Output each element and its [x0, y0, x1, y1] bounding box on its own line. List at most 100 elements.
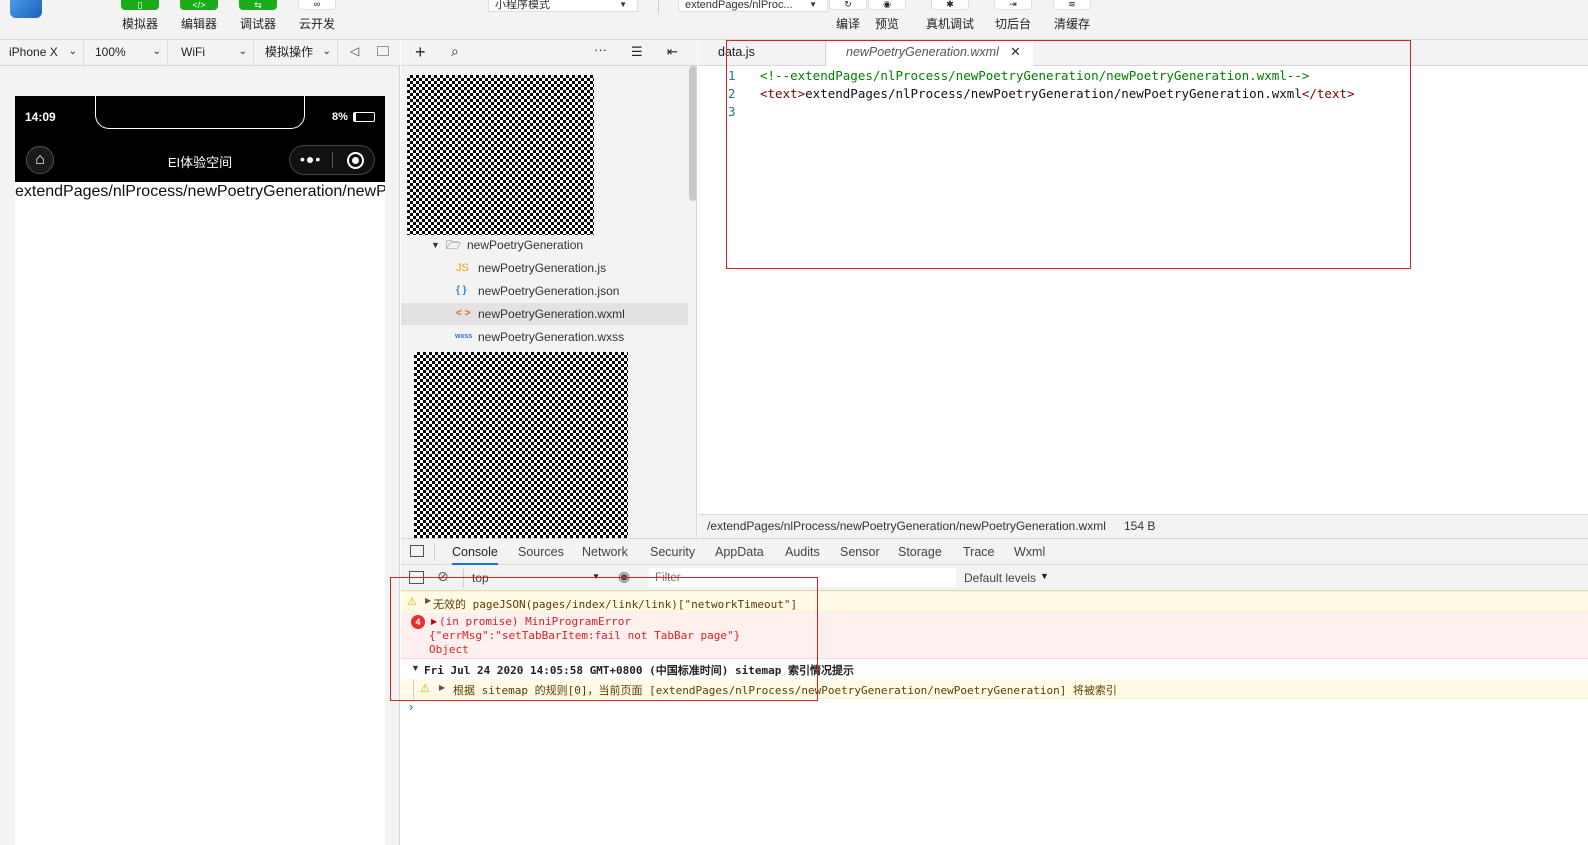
volume-icon[interactable]: ◁ [350, 44, 359, 58]
device-select[interactable]: iPhone X ⌄ [0, 40, 84, 66]
group-header: Fri Jul 24 2020 14:05:58 GMT+0800 (中国标准时… [424, 664, 855, 677]
tab-network[interactable]: Network [582, 539, 628, 565]
search-icon[interactable]: ⌕ [451, 43, 459, 60]
collapse-triangle-icon: ▼ [411, 663, 420, 673]
warning-text: 无效的 pageJSON(pages/index/link/link)["net… [433, 598, 798, 611]
folder-row[interactable]: ▼ 🗁 newPoetryGeneration [401, 234, 688, 256]
tab-sources[interactable]: Sources [518, 539, 564, 565]
preview-button[interactable]: ◉ 预览 [862, 0, 912, 32]
expand-triangle-icon: ▶ [439, 683, 446, 692]
file-row-json[interactable]: { } newPoetryGeneration.json [401, 280, 688, 302]
zoom-select[interactable]: 100% ⌄ [86, 40, 168, 66]
folder-icon: 🗁 [446, 238, 461, 252]
cloud-icon: ∞ [298, 0, 336, 10]
status-battery-text: 8% [332, 111, 348, 123]
tab-trace[interactable]: Trace [963, 539, 995, 565]
tab-storage[interactable]: Storage [898, 539, 942, 565]
console-warning[interactable]: ⚠ ▶ 根据 sitemap 的规则[0]，当前页面 [extendPages/… [401, 679, 1588, 699]
operation-chevron-icon: ⌄ [322, 46, 331, 57]
file-tree: ▼ 🗁 newPoetryGeneration JS newPoetryGene… [401, 66, 697, 538]
tab-label: newPoetryGeneration.wxml [846, 45, 999, 59]
compile-mode-select[interactable]: extendPages/nlProc... ▼ [678, 0, 828, 12]
tab-data-js[interactable]: data.js [698, 40, 826, 66]
cloud-dev-button[interactable]: ∞ 云开发 [292, 0, 342, 32]
battery-icon [353, 112, 375, 122]
device-select-value: iPhone X [9, 45, 58, 59]
pixelated-tree-region [414, 352, 628, 538]
context-select[interactable]: top ▼ [465, 565, 605, 590]
tab-wxml[interactable]: Wxml [1014, 539, 1045, 565]
mode-select[interactable]: 小程序模式 ▼ [488, 0, 638, 12]
file-row-wxml[interactable]: < > newPoetryGeneration.wxml [401, 303, 688, 325]
levels-chevron-icon: ▼ [1040, 571, 1049, 581]
file-row-wxss[interactable]: wxss newPoetryGeneration.wxss [401, 326, 688, 348]
file-row-js[interactable]: JS newPoetryGeneration.js [401, 257, 688, 279]
levels-select[interactable]: Default levels ▼ [958, 565, 1058, 590]
editor-toggle-button[interactable]: </> 编辑器 [174, 0, 224, 32]
error-detail: {"errMsg":"setTabBarItem:fail not TabBar… [429, 629, 741, 642]
eye-icon[interactable]: ◉ [618, 568, 630, 585]
sidebar-toggle-icon[interactable] [409, 571, 424, 584]
cloud-dev-label: 云开发 [298, 17, 335, 31]
devtools-tab-bar: Console Sources Network Security AppData… [401, 538, 1588, 565]
console-group[interactable]: ▼ Fri Jul 24 2020 14:05:58 GMT+0800 (中国标… [401, 660, 1588, 679]
code-editor[interactable]: 1 <!--extendPages/nlProcess/newPoetryGen… [698, 66, 1588, 514]
simulator-toolbar: iPhone X ⌄ 100% ⌄ WiFi ⌄ 模拟操作 ⌄ ◁ [0, 40, 400, 66]
tab-console[interactable]: Console [452, 539, 498, 565]
devtools-divider [434, 543, 435, 561]
tab-sensor[interactable]: Sensor [840, 539, 880, 565]
inspect-element-icon[interactable] [410, 545, 424, 557]
mode-select-value: 小程序模式 [495, 0, 550, 11]
tree-scrollbar[interactable] [689, 66, 696, 201]
tab-security[interactable]: Security [650, 539, 695, 565]
clear-console-icon[interactable]: ⊘ [437, 568, 449, 585]
debugger-toggle-button[interactable]: ⇆ 调试器 [233, 0, 283, 32]
background-button[interactable]: ⇥ 切后台 [988, 0, 1038, 32]
tab-audits[interactable]: Audits [785, 539, 820, 565]
app-logo-icon [10, 0, 42, 18]
expand-triangle-icon: ▼ [431, 240, 440, 250]
clear-cache-button[interactable]: ≋ 清缓存 [1047, 0, 1097, 32]
phone-nav-bar: ⌂ EI体验空间 •●• [15, 138, 385, 182]
more-options-icon[interactable]: ··· [594, 42, 607, 57]
zoom-chevron-icon: ⌄ [152, 46, 161, 57]
device-chevron-icon: ⌄ [68, 46, 77, 57]
tab-appdata[interactable]: AppData [715, 539, 764, 565]
console-output: ⚠ ▶ 无效的 pageJSON(pages/index/link/link)[… [401, 591, 1588, 845]
tab-wxml[interactable]: newPoetryGeneration.wxml ✕ [827, 40, 1033, 66]
code-open-tag: <text> [760, 86, 806, 101]
editor-icon: </> [180, 0, 218, 10]
warning-text: 根据 sitemap 的规则[0]，当前页面 [extendPages/nlPr… [453, 684, 1117, 697]
expand-triangle-icon: ▶ [425, 596, 432, 605]
warning-icon: ⚠ [407, 596, 417, 608]
phone-status-bar: 14:09 8% [15, 96, 385, 138]
compile-select-value: extendPages/nlProc... [685, 0, 793, 11]
console-error[interactable]: 4 ▶ (in promise) MiniProgramError {"errM… [401, 612, 1588, 659]
error-object: Object [429, 643, 469, 656]
layers-icon: ≋ [1053, 0, 1091, 10]
console-divider [463, 569, 464, 587]
wxss-file-icon: wxss [455, 333, 473, 340]
sort-icon[interactable]: ☰ [631, 44, 643, 60]
console-warning[interactable]: ⚠ ▶ 无效的 pageJSON(pages/index/link/link)[… [401, 591, 1588, 611]
error-count-badge: 4 [411, 615, 425, 629]
operation-select[interactable]: 模拟操作 ⌄ [256, 40, 338, 66]
device-debug-button[interactable]: ✱ 真机调试 [925, 0, 975, 32]
close-miniprogram-icon[interactable] [347, 152, 364, 169]
code-line: <text>extendPages/nlProcess/newPoetryGen… [760, 85, 1355, 103]
popout-icon[interactable] [377, 46, 389, 56]
network-select[interactable]: WiFi ⌄ [172, 40, 254, 66]
add-icon[interactable]: + [415, 42, 426, 63]
editor-status-bar: /extendPages/nlProcess/newPoetryGenerati… [698, 514, 1588, 538]
collapse-icon[interactable]: ⇤ [667, 44, 678, 60]
more-icon[interactable]: •●• [300, 151, 321, 167]
editor-tab-bar: data.js newPoetryGeneration.wxml ✕ [698, 40, 1588, 66]
simulator-toggle-button[interactable]: ▯ 模拟器 [115, 0, 165, 32]
folder-name: newPoetryGeneration [467, 238, 584, 252]
filter-input[interactable] [649, 568, 956, 587]
background-label: 切后台 [994, 17, 1031, 31]
file-name: newPoetryGeneration.js [478, 261, 607, 275]
close-tab-icon[interactable]: ✕ [1010, 44, 1021, 60]
bug-icon: ✱ [931, 0, 969, 10]
console-prompt-icon[interactable]: › [409, 699, 413, 714]
